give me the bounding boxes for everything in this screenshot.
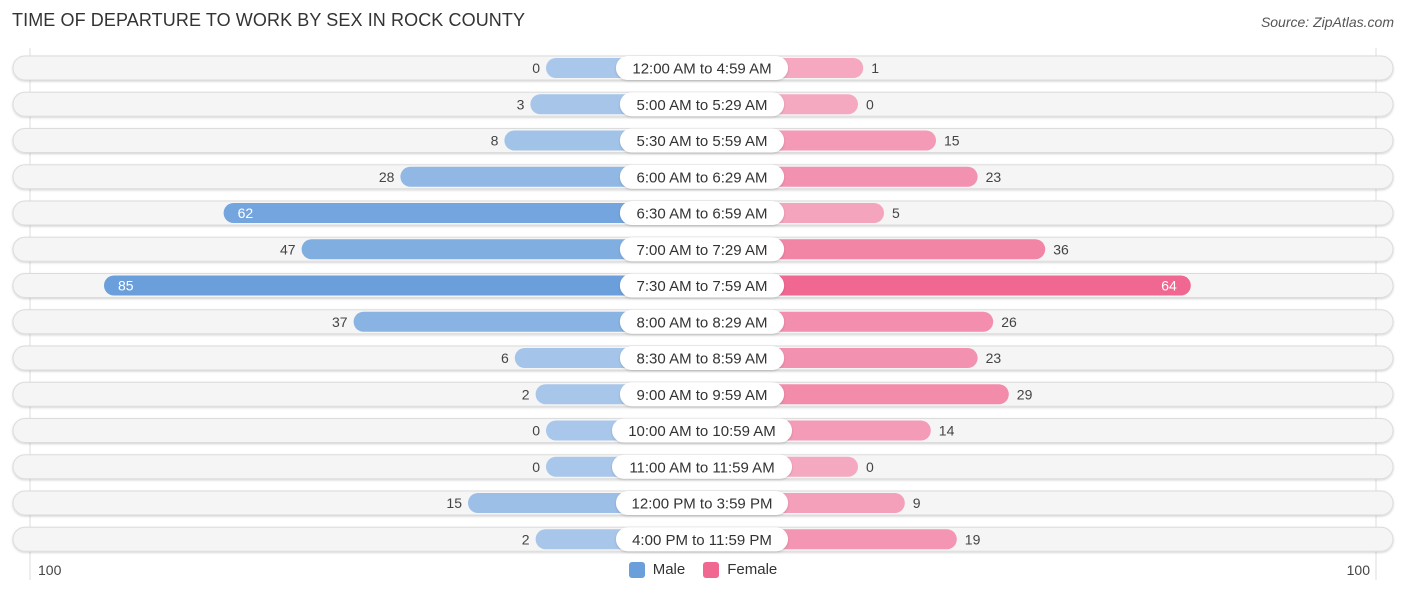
- female-value-label: 29: [1017, 386, 1033, 402]
- female-value-label: 0: [866, 96, 874, 112]
- female-value-label: 26: [1001, 314, 1017, 330]
- male-value-label: 6: [501, 350, 509, 366]
- legend-label-male: Male: [652, 561, 686, 578]
- category-label: 4:00 PM to 11:59 PM: [632, 532, 772, 549]
- category-label: 12:00 AM to 4:59 AM: [632, 61, 771, 78]
- male-value-label: 28: [379, 169, 395, 185]
- female-value-label: 14: [939, 423, 955, 439]
- category-label: 7:00 AM to 7:29 AM: [637, 242, 768, 259]
- male-value-label: 0: [532, 60, 540, 76]
- male-value-label: 37: [332, 314, 348, 330]
- female-value-label: 0: [866, 459, 874, 475]
- chart-row: 7:30 AM to 7:59 AM 85 64: [12, 273, 1394, 298]
- chart-row: 12:00 PM to 3:59 PM 15 9: [12, 490, 1394, 516]
- legend-item-female[interactable]: Female: [703, 561, 777, 578]
- male-value-label: 2: [522, 386, 530, 402]
- male-value-label: 85: [118, 278, 134, 294]
- category-label: 10:00 AM to 10:59 AM: [628, 423, 776, 440]
- bar-male: [104, 275, 702, 296]
- chart-row: 4:00 PM to 11:59 PM 2 19: [12, 526, 1394, 552]
- category-label: 12:00 PM to 3:59 PM: [632, 496, 773, 513]
- legend-swatch-male: [628, 561, 645, 578]
- legend: Male Female: [0, 561, 1406, 578]
- category-label: 5:00 AM to 5:29 AM: [637, 97, 768, 114]
- female-value-label: 9: [913, 495, 921, 511]
- legend-swatch-female: [703, 561, 720, 578]
- chart-svg: 12:00 AM to 4:59 AM 0 1 5:00 AM to 5:29 AM 3…: [12, 48, 1394, 580]
- male-value-label: 0: [532, 423, 540, 439]
- category-label: 9:00 AM to 9:59 AM: [637, 387, 768, 404]
- legend-label-female: Female: [727, 561, 778, 578]
- male-value-label: 8: [491, 133, 499, 149]
- female-value-label: 23: [986, 169, 1002, 185]
- category-label: 8:00 AM to 8:29 AM: [637, 314, 768, 331]
- legend-item-male[interactable]: Male: [628, 561, 686, 578]
- chart-row: 8:00 AM to 8:29 AM 37 26: [12, 309, 1394, 335]
- chart-row: 11:00 AM to 11:59 AM 0 0: [12, 454, 1394, 480]
- female-value-label: 23: [986, 350, 1002, 366]
- chart-row: 10:00 AM to 10:59 AM 0 14: [12, 418, 1394, 443]
- chart-row: 6:00 AM to 6:29 AM 28 23: [12, 164, 1394, 190]
- chart-row: 5:00 AM to 5:29 AM 3 0: [12, 91, 1394, 117]
- male-value-label: 0: [532, 459, 540, 475]
- female-value-label: 1: [871, 60, 879, 76]
- female-value-label: 15: [944, 133, 960, 149]
- chart-row: 5:30 AM to 5:59 AM 8 15: [12, 128, 1394, 153]
- category-label: 6:00 AM to 6:29 AM: [637, 169, 768, 186]
- female-value-label: 64: [1161, 278, 1177, 294]
- chart-row: 12:00 AM to 4:59 AM 0 1: [12, 55, 1394, 81]
- chart-row: 6:30 AM to 6:59 AM 62 5: [12, 200, 1394, 226]
- chart-row: 9:00 AM to 9:59 AM 2 29: [12, 381, 1394, 407]
- male-value-label: 2: [522, 531, 530, 547]
- category-label: 8:30 AM to 8:59 AM: [637, 351, 768, 368]
- female-value-label: 5: [892, 205, 900, 221]
- male-value-label: 62: [238, 205, 254, 221]
- female-value-label: 36: [1053, 241, 1069, 257]
- category-label: 7:30 AM to 7:59 AM: [637, 278, 768, 295]
- category-label: 5:30 AM to 5:59 AM: [637, 133, 768, 150]
- category-label: 11:00 AM to 11:59 AM: [629, 459, 774, 476]
- female-value-label: 19: [965, 531, 981, 547]
- category-label: 6:30 AM to 6:59 AM: [637, 206, 768, 223]
- male-value-label: 47: [280, 241, 296, 257]
- male-value-label: 15: [446, 495, 462, 511]
- chart-row: 7:00 AM to 7:29 AM 47 36: [12, 236, 1394, 262]
- male-value-label: 3: [517, 96, 525, 112]
- chart-row: 8:30 AM to 8:59 AM 6 23: [12, 345, 1394, 371]
